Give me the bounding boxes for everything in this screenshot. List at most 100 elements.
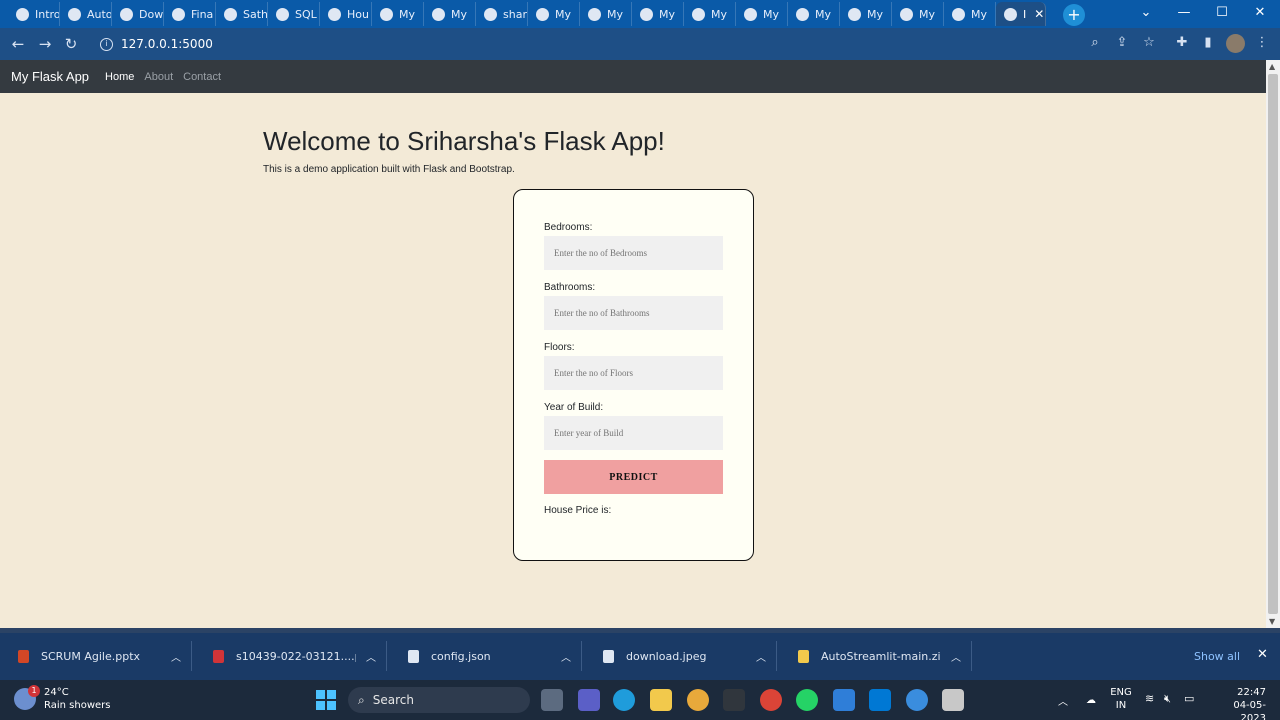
tab-search-icon[interactable]: ⌄ bbox=[1134, 4, 1158, 22]
windows-taskbar: 1 24°C Rain showers ⌕ Search ︿ ☁ ENG IN … bbox=[0, 680, 1280, 720]
file-icon bbox=[408, 649, 419, 663]
active-browser-tab[interactable]: I ✕ bbox=[996, 2, 1046, 26]
browser-tab[interactable]: My bbox=[944, 2, 996, 26]
browser-tab[interactable]: Fina bbox=[164, 2, 216, 26]
chevron-up-icon[interactable]: ︿ bbox=[356, 649, 386, 664]
edge-icon[interactable] bbox=[613, 689, 635, 711]
bedrooms-input[interactable] bbox=[544, 236, 723, 270]
chat-app-icon[interactable] bbox=[906, 689, 928, 711]
bathrooms-input[interactable] bbox=[544, 296, 723, 330]
chevron-up-icon[interactable]: ︿ bbox=[941, 649, 971, 664]
terminal-icon[interactable] bbox=[723, 689, 745, 711]
browser-tab[interactable]: My bbox=[788, 2, 840, 26]
volume-muted-icon[interactable]: 🔇︎ bbox=[1164, 692, 1171, 706]
nav-about[interactable]: About bbox=[144, 71, 173, 83]
notebook-icon bbox=[224, 7, 237, 21]
bookmark-star-icon[interactable]: ☆ bbox=[1140, 34, 1158, 52]
battery-icon[interactable]: ▭ bbox=[1184, 692, 1194, 705]
onedrive-cloud-icon[interactable]: ☁ bbox=[1086, 695, 1096, 706]
show-all-downloads-button[interactable]: Show all bbox=[1187, 647, 1247, 667]
clock-date: 04-05-2023 bbox=[1233, 700, 1266, 720]
chevron-up-icon[interactable]: ︿ bbox=[746, 649, 776, 664]
download-item[interactable]: AutoStreamlit-main.zip ︿ bbox=[780, 641, 972, 671]
taskbar-search[interactable]: ⌕ Search bbox=[348, 687, 530, 713]
browser-tab[interactable]: My bbox=[580, 2, 632, 26]
download-item[interactable]: download.jpeg ︿ bbox=[585, 641, 777, 671]
browser-tab[interactable]: Hou bbox=[320, 2, 372, 26]
chrome-canary-icon[interactable] bbox=[687, 689, 709, 711]
language-indicator[interactable]: ENG IN bbox=[1110, 686, 1132, 712]
paint-icon[interactable] bbox=[833, 689, 855, 711]
browser-tab[interactable]: My bbox=[528, 2, 580, 26]
chevron-up-icon[interactable]: ︿ bbox=[551, 649, 581, 664]
file-explorer-icon[interactable] bbox=[650, 689, 672, 711]
tray-overflow-icon[interactable]: ︿ bbox=[1058, 693, 1068, 708]
browser-tab[interactable]: My bbox=[684, 2, 736, 26]
system-tray: ︿ ☁ bbox=[1058, 680, 1146, 720]
floors-input[interactable] bbox=[544, 356, 723, 390]
minimize-button[interactable]: — bbox=[1172, 4, 1196, 22]
browser-tab[interactable]: shar bbox=[476, 2, 528, 26]
tab-label: My bbox=[919, 7, 936, 21]
download-item[interactable]: s10439-022-03121....pdf︿ bbox=[195, 641, 387, 671]
taskbar-clock[interactable]: 22:47 04-05-2023 bbox=[1210, 686, 1266, 720]
browser-tab[interactable]: Sath bbox=[216, 2, 268, 26]
browser-tab[interactable]: My bbox=[892, 2, 944, 26]
scroll-down-icon[interactable]: ▼ bbox=[1269, 617, 1275, 626]
scrollbar-thumb[interactable] bbox=[1268, 74, 1278, 614]
vscode-icon[interactable] bbox=[869, 689, 891, 711]
wifi-icon[interactable]: ≋ bbox=[1145, 692, 1154, 705]
app-brand[interactable]: My Flask App bbox=[11, 69, 89, 84]
site-info-icon[interactable]: i bbox=[100, 37, 113, 51]
cloud-icon bbox=[276, 7, 289, 21]
bedrooms-label: Bedrooms: bbox=[544, 222, 593, 233]
tab-label: Sath bbox=[243, 7, 268, 21]
chevron-up-icon[interactable]: ︿ bbox=[161, 649, 191, 664]
teams-icon[interactable] bbox=[578, 689, 600, 711]
close-downloads-icon[interactable]: ✕ bbox=[1257, 647, 1268, 662]
powerpoint-icon bbox=[18, 649, 29, 663]
maximize-button[interactable]: ☐ bbox=[1210, 4, 1234, 22]
start-button[interactable] bbox=[316, 690, 336, 710]
browser-tab[interactable]: My bbox=[424, 2, 476, 26]
forward-icon[interactable]: → bbox=[36, 35, 54, 53]
extensions-icon[interactable]: ✚ bbox=[1173, 34, 1191, 52]
weather-widget[interactable]: 1 24°C Rain showers bbox=[14, 685, 110, 712]
profile-avatar[interactable] bbox=[1226, 34, 1245, 53]
browser-tab[interactable]: SQL bbox=[268, 2, 320, 26]
nav-home[interactable]: Home bbox=[105, 71, 134, 83]
close-window-button[interactable]: ✕ bbox=[1248, 4, 1272, 22]
address-bar[interactable]: i 127.0.0.1:5000 bbox=[92, 32, 1162, 56]
zoom-icon[interactable]: ⌕ bbox=[1086, 34, 1104, 52]
browser-tab[interactable]: Auto bbox=[60, 2, 112, 26]
browser-tab[interactable]: My bbox=[736, 2, 788, 26]
page-description: This is a demo application built with Fl… bbox=[263, 164, 515, 175]
nav-contact[interactable]: Contact bbox=[183, 71, 221, 83]
browser-tab[interactable]: My bbox=[840, 2, 892, 26]
tab-label: I bbox=[1023, 7, 1027, 21]
download-item[interactable]: SCRUM Agile.pptx ︿ bbox=[0, 641, 192, 671]
tab-close-icon[interactable]: ✕ bbox=[1034, 7, 1044, 21]
browser-tab[interactable]: Intro bbox=[8, 2, 60, 26]
browser-tab-strip: Intro Auto Dow Fina Sath SQL Hou My My shar My My My… bbox=[0, 0, 1280, 28]
browser-tab[interactable]: My bbox=[372, 2, 424, 26]
whatsapp-icon[interactable] bbox=[796, 689, 818, 711]
back-icon[interactable]: ← bbox=[9, 35, 27, 53]
reload-icon[interactable]: ↻ bbox=[62, 35, 80, 53]
prediction-form-card: Bedrooms: Bathrooms: Floors: Year of Bui… bbox=[513, 189, 754, 561]
new-tab-button[interactable]: + bbox=[1063, 4, 1085, 26]
download-item[interactable]: config.json ︿ bbox=[390, 641, 582, 671]
chrome-icon[interactable] bbox=[760, 689, 782, 711]
menu-kebab-icon[interactable]: ⋮ bbox=[1253, 34, 1271, 52]
predict-button[interactable]: PREDICT bbox=[544, 460, 723, 494]
task-view-icon[interactable] bbox=[541, 689, 563, 711]
scroll-up-icon[interactable]: ▲ bbox=[1269, 62, 1275, 71]
side-panel-icon[interactable]: ▮ bbox=[1199, 34, 1217, 52]
page-scrollbar[interactable]: ▲ ▼ bbox=[1266, 60, 1280, 628]
tab-label: My bbox=[659, 7, 676, 21]
year-of-build-input[interactable] bbox=[544, 416, 723, 450]
share-icon[interactable]: ⇪ bbox=[1113, 34, 1131, 52]
browser-tab[interactable]: Dow bbox=[112, 2, 164, 26]
browser-tab[interactable]: My bbox=[632, 2, 684, 26]
snipping-tool-icon[interactable] bbox=[942, 689, 964, 711]
